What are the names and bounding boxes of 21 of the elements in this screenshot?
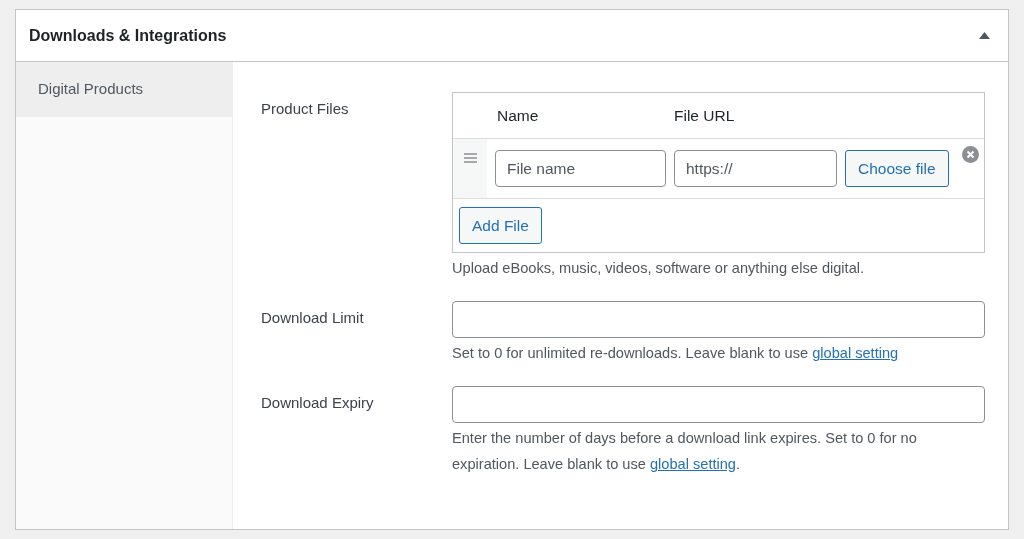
help-text: Upload eBooks, music, videos, software or anything else digital. <box>452 259 866 278</box>
collapse-icon[interactable] <box>979 32 990 39</box>
field-label: Download Limit <box>261 308 365 328</box>
field-label: Download Expiry <box>261 393 375 413</box>
file-name-field[interactable]: File name <box>495 150 666 187</box>
add-file-button[interactable]: Add File <box>459 207 542 244</box>
help-text: Enter the number of days before a download link expires. Set to 0 for no expiration. Leave blank to use global setting. <box>452 429 918 474</box>
choose-file-button[interactable]: Choose file <box>845 150 949 187</box>
global-setting-link[interactable]: global setting <box>649 456 736 472</box>
file-url-field[interactable]: https:// <box>674 150 837 187</box>
drag-handle-icon[interactable] <box>463 153 477 163</box>
global-setting-link[interactable]: global setting <box>812 345 899 361</box>
help-text: Set to 0 for unlimited re-downloads. Leave blank to use global setting <box>452 344 900 363</box>
column-header: File URL <box>674 105 735 126</box>
sidebar-tab[interactable]: Digital Products <box>16 62 232 117</box>
remove-icon[interactable] <box>961 146 979 163</box>
text-field[interactable] <box>452 386 985 423</box>
text-field[interactable] <box>452 301 985 338</box>
panel-title: Downloads & Integrations <box>29 25 227 46</box>
column-header: Name <box>497 105 540 126</box>
field-label: Product Files <box>261 99 350 119</box>
